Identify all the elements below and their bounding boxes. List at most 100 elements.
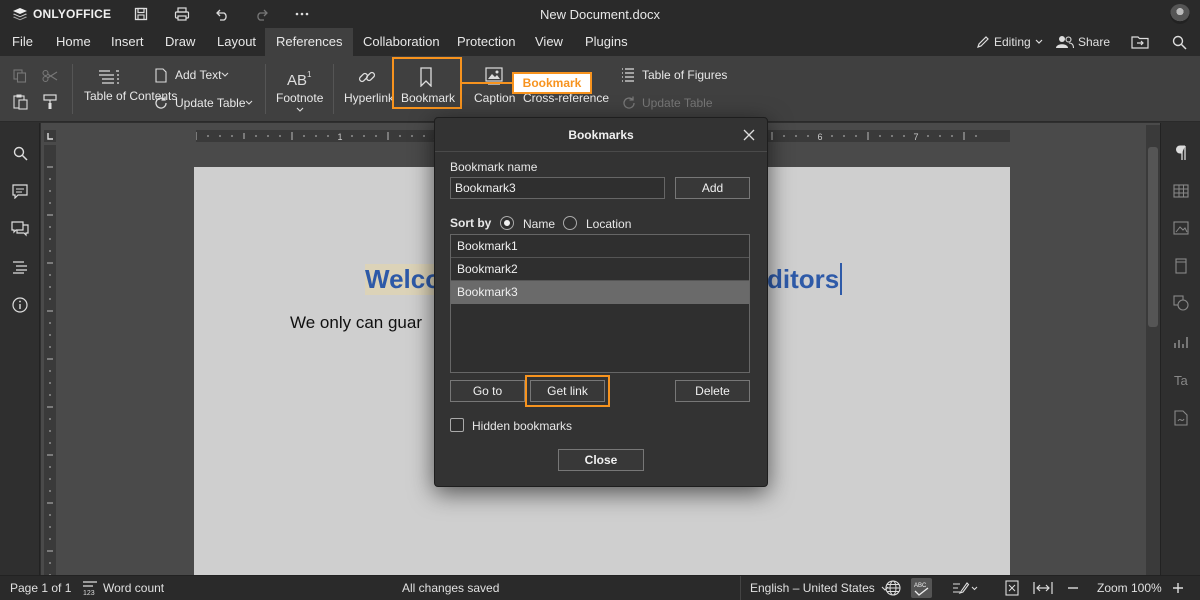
refresh-icon — [620, 94, 638, 112]
copy-style-icon[interactable] — [41, 93, 59, 111]
right-panel: Ta — [1160, 123, 1200, 575]
tab-home[interactable]: Home — [45, 28, 102, 56]
paste-icon[interactable] — [11, 93, 29, 111]
page-indicator[interactable]: Page 1 of 1 — [10, 581, 71, 595]
sort-by-name-radio[interactable] — [500, 216, 514, 230]
cut-icon[interactable] — [41, 67, 59, 85]
chevron-down-icon[interactable] — [220, 71, 230, 79]
editing-mode-button[interactable]: Editing — [976, 28, 1043, 56]
word-count-icon[interactable]: 123 — [82, 580, 98, 599]
delete-button[interactable]: Delete — [675, 380, 750, 402]
fit-width-icon[interactable] — [1033, 580, 1053, 599]
tab-references[interactable]: References — [265, 28, 354, 56]
menu-bar: File Home Insert Draw Layout References … — [0, 28, 1200, 56]
users-icon — [1056, 36, 1074, 49]
vertical-scrollbar[interactable] — [1146, 125, 1160, 575]
table-settings-icon[interactable] — [1172, 182, 1190, 200]
table-of-contents-button[interactable]: Table of Contents — [84, 90, 177, 102]
zoom-out-icon[interactable] — [1066, 580, 1080, 599]
add-text-button[interactable]: Add Text — [175, 68, 221, 82]
word-count-button[interactable]: Word count — [103, 581, 164, 595]
refresh-icon[interactable] — [152, 94, 170, 112]
goto-button[interactable]: Go to — [450, 380, 525, 402]
header-footer-settings-icon[interactable] — [1172, 257, 1190, 275]
tab-draw[interactable]: Draw — [154, 28, 206, 56]
tab-collaboration[interactable]: Collaboration — [352, 28, 451, 56]
table-of-figures-icon[interactable] — [620, 67, 636, 83]
about-icon[interactable] — [10, 295, 30, 315]
hidden-bookmarks-label[interactable]: Hidden bookmarks — [472, 419, 572, 433]
footnote-icon[interactable]: AB 1 — [286, 68, 312, 88]
chevron-down-icon[interactable] — [244, 99, 254, 107]
open-file-location-icon[interactable] — [1131, 28, 1149, 56]
more-icon[interactable] — [291, 4, 313, 24]
image-settings-icon[interactable] — [1172, 219, 1190, 237]
hyperlink-button[interactable]: Hyperlink — [344, 91, 394, 105]
dialog-header[interactable]: Bookmarks — [435, 118, 767, 152]
get-link-button-highlight — [525, 375, 610, 407]
signature-settings-icon[interactable] — [1172, 409, 1190, 427]
close-icon[interactable] — [741, 127, 757, 143]
tab-view[interactable]: View — [524, 28, 574, 56]
undo-icon[interactable] — [211, 4, 233, 24]
share-button[interactable]: Share — [1056, 28, 1110, 56]
caption-button[interactable]: Caption — [474, 91, 515, 105]
navigation-icon[interactable] — [10, 257, 30, 277]
zoom-level[interactable]: Zoom 100% — [1097, 581, 1162, 595]
hyperlink-icon[interactable] — [356, 66, 378, 88]
sort-by-name-label[interactable]: Name — [523, 217, 555, 231]
tab-insert[interactable]: Insert — [100, 28, 155, 56]
app-logo: ONLYOFFICE — [12, 7, 111, 21]
app-logo-text: ONLYOFFICE — [33, 7, 112, 21]
print-icon[interactable] — [171, 4, 193, 24]
track-changes-icon[interactable] — [952, 580, 978, 599]
document-heading-start[interactable]: Welco — [365, 264, 444, 295]
tab-protection[interactable]: Protection — [446, 28, 527, 56]
paragraph-settings-icon[interactable] — [1172, 144, 1190, 162]
table-of-contents-icon[interactable] — [96, 67, 122, 89]
language-selector[interactable]: English – United States — [750, 581, 889, 595]
bookmark-name-input[interactable] — [450, 177, 665, 199]
comments-icon[interactable] — [10, 181, 30, 201]
list-item-selected[interactable]: Bookmark3 — [451, 281, 749, 304]
save-icon[interactable] — [130, 4, 152, 24]
fit-page-icon[interactable] — [1004, 580, 1020, 599]
vertical-ruler[interactable] — [44, 145, 56, 588]
tab-stop-selector[interactable] — [44, 130, 56, 142]
search-icon[interactable] — [1172, 28, 1187, 56]
document-body-text[interactable]: We only can guar — [290, 313, 422, 333]
copy-icon[interactable] — [11, 67, 29, 85]
chevron-down-icon[interactable] — [295, 106, 305, 114]
tab-file[interactable]: File — [1, 28, 44, 56]
list-item[interactable]: Bookmark1 — [451, 235, 749, 258]
tab-layout[interactable]: Layout — [206, 28, 267, 56]
add-text-icon[interactable] — [153, 67, 169, 83]
ruler-number: 7 — [913, 132, 918, 142]
footnote-button[interactable]: Footnote — [276, 91, 323, 105]
sort-by-location-label[interactable]: Location — [586, 217, 631, 231]
tab-plugins[interactable]: Plugins — [574, 28, 639, 56]
search-icon[interactable] — [10, 143, 30, 163]
text-art-settings-icon[interactable]: Ta — [1172, 371, 1190, 389]
shape-settings-icon[interactable] — [1172, 294, 1190, 312]
scrollbar-thumb[interactable] — [1148, 147, 1158, 327]
update-table-button[interactable]: Update Table — [175, 96, 246, 110]
pencil-icon — [977, 36, 989, 48]
bookmark-list[interactable]: Bookmark1 Bookmark2 Bookmark3 — [450, 234, 750, 373]
chat-icon[interactable] — [10, 219, 30, 239]
hidden-bookmarks-checkbox[interactable] — [450, 418, 464, 432]
chart-settings-icon[interactable] — [1172, 333, 1190, 351]
redo-icon[interactable] — [251, 4, 273, 24]
bookmark-callout: Bookmark — [512, 72, 592, 94]
globe-icon[interactable] — [885, 580, 901, 599]
sort-by-location-radio[interactable] — [563, 216, 577, 230]
spell-check-icon[interactable]: ABC — [911, 578, 932, 598]
user-avatar[interactable] — [1170, 4, 1190, 24]
table-of-figures-button[interactable]: Table of Figures — [642, 68, 727, 82]
add-bookmark-button[interactable]: Add — [675, 177, 750, 199]
document-heading-end[interactable]: ditors — [767, 264, 839, 295]
list-item[interactable]: Bookmark2 — [451, 258, 749, 281]
close-button[interactable]: Close — [558, 449, 644, 471]
caption-icon[interactable] — [483, 66, 505, 88]
zoom-in-icon[interactable] — [1171, 580, 1185, 599]
